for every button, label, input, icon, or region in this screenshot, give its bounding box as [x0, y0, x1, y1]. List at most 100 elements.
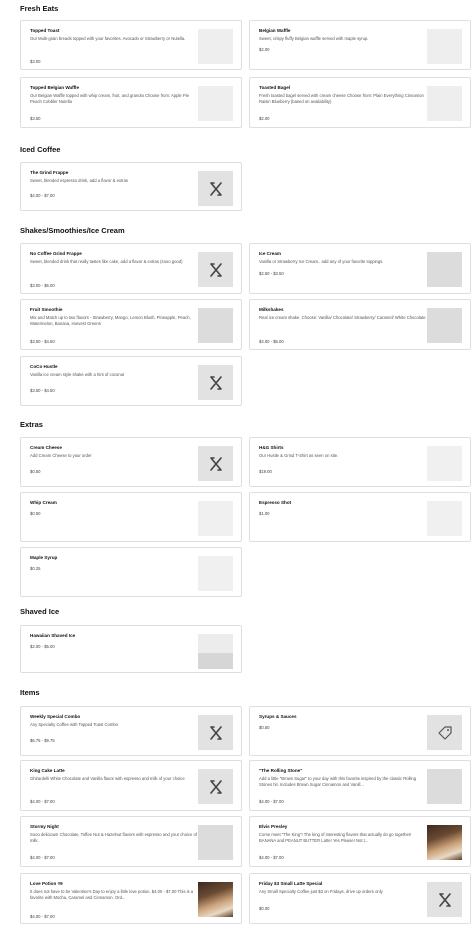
utensils-icon: [427, 882, 462, 917]
item-description: Real ice cream shake. Choose: Vanilla/ C…: [259, 315, 426, 320]
menu-item-card[interactable]: Maple Syrup $0.25: [20, 547, 242, 597]
item-price: $1.00: [259, 511, 270, 516]
item-image-placeholder: [198, 825, 233, 860]
item-image-placeholder: [198, 501, 233, 536]
item-description: Fresh toasted bagel served with cream ch…: [259, 93, 424, 104]
menu-item-card[interactable]: Topped Toast Our Multi-grain breads topp…: [20, 20, 242, 70]
menu-item-card[interactable]: Whip Cream $0.50: [20, 492, 242, 542]
section-title-fresh-eats: Fresh Eats: [20, 4, 59, 13]
menu-item-card[interactable]: Espresso Shot $1.00: [249, 492, 471, 542]
item-description: Come meet "The King"! The king of intere…: [259, 832, 412, 843]
item-image-placeholder: [427, 86, 462, 121]
utensils-icon: [198, 171, 233, 206]
item-price: $0.50: [30, 511, 41, 516]
item-price: $4.00 - $7.00: [30, 855, 55, 860]
item-price: $0.50: [259, 725, 270, 730]
menu-item-card[interactable]: No Coffee Grind Frappe Sweet, blended dr…: [20, 243, 242, 294]
item-price: $2.00: [259, 116, 270, 121]
menu-item-card[interactable]: Belgian Waffle Sweet, crispy fluffy Belg…: [249, 20, 471, 70]
section-title-iced-coffee: Iced Coffee: [20, 145, 61, 154]
item-name: Espresso Shot: [259, 500, 292, 505]
utensils-icon: [198, 252, 233, 287]
item-price: $4.00 - $7.00: [30, 799, 55, 804]
item-price: $4.00 - $7.00: [30, 914, 55, 919]
item-name: "The Rolling Stone": [259, 768, 303, 773]
menu-item-card[interactable]: Friday $3 Small Latte Special Any Small …: [249, 873, 471, 924]
item-description: Any Small Specialty Coffee just $3 on Fr…: [259, 889, 383, 894]
item-description: It does not have to be Valentine's Day t…: [30, 889, 194, 900]
item-name: Milkshakes: [259, 307, 284, 312]
item-price: $3.00 - $6.00: [30, 283, 55, 288]
item-description: Our Hustle & Grind T-Shirt as seen on si…: [259, 453, 339, 458]
item-name: Ice Cream: [259, 251, 281, 256]
item-description: Our Multi-grain breads topped with your …: [30, 36, 186, 41]
menu-item-card[interactable]: Hawaiian Shaved Ice $2.00 - $5.00: [20, 625, 242, 673]
item-name: Toasted Bagel: [259, 85, 291, 90]
item-price: $2.50 - $3.50: [259, 271, 284, 276]
menu-item-card[interactable]: "The Rolling Stone" Add a little "Brown …: [249, 760, 471, 811]
section-title-shakes: Shakes/Smoothies/Ice Cream: [20, 226, 125, 235]
item-description: Any Specialty Coffee with Topped Toast C…: [30, 722, 118, 727]
item-name: Elvis Presley: [259, 824, 288, 829]
item-description: Our Belgian Waffle topped with whip crea…: [30, 93, 189, 104]
item-name: Syrups & Sauces: [259, 714, 297, 719]
menu-item-card[interactable]: Cream Cheese Add Cream Cheese to your or…: [20, 437, 242, 487]
item-price: $6.75 - $9.75: [30, 738, 55, 743]
item-price: $3.50 - $4.50: [30, 388, 55, 393]
item-image-placeholder: [427, 252, 462, 287]
menu-item-card[interactable]: Fruit Smoothie Mix and Match up to two f…: [20, 299, 242, 350]
item-name: Topped Toast: [30, 28, 60, 33]
item-image-placeholder: [198, 634, 233, 669]
item-name: Topped Belgian Waffle: [30, 85, 79, 90]
item-name: The Grind Frappe: [30, 170, 69, 175]
item-price: $4.00 - $7.00: [30, 193, 55, 198]
menu-page: Fresh Eats Topped Toast Our Multi-grain …: [0, 0, 474, 929]
menu-item-card[interactable]: King Cake Latte Ghirardelli White Chocol…: [20, 760, 242, 811]
item-description: Add a little "Brown Sugar" to your day w…: [259, 776, 417, 787]
item-image-placeholder: [427, 501, 462, 536]
menu-item-card[interactable]: Milkshakes Real ice cream shake. Choose:…: [249, 299, 471, 350]
item-image-placeholder: [198, 308, 233, 343]
menu-item-card[interactable]: Weekly Special Combo Any Specialty Coffe…: [20, 706, 242, 756]
menu-item-card[interactable]: H&G Shirts Our Hustle & Grind T-Shirt as…: [249, 437, 471, 487]
menu-item-card[interactable]: Love Potion #9 It does not have to be Va…: [20, 873, 242, 924]
item-name: Friday $3 Small Latte Special: [259, 881, 323, 886]
item-description: Sweet, blended drink that really tastes …: [30, 259, 183, 264]
utensils-icon: [198, 446, 233, 481]
item-price: $4.00 - $5.00: [259, 339, 284, 344]
item-description: Mix and Match up to two flavors - Strawb…: [30, 315, 191, 326]
utensils-icon: [198, 715, 233, 750]
menu-item-card[interactable]: The Grind Frappe Sweet, blended espresso…: [20, 162, 242, 211]
item-name: No Coffee Grind Frappe: [30, 251, 82, 256]
item-description: Vanilla ice cream style shake with a hin…: [30, 372, 125, 377]
item-image-placeholder: [198, 29, 233, 64]
menu-item-card[interactable]: Elvis Presley Come meet "The King"! The …: [249, 816, 471, 867]
menu-item-card[interactable]: CoCo Hustle Vanilla ice cream style shak…: [20, 356, 242, 406]
item-name: Whip Cream: [30, 500, 57, 505]
item-name: Love Potion #9: [30, 881, 63, 886]
item-image-placeholder: [198, 86, 233, 121]
item-description: Sweet, blended espresso drink, add a fla…: [30, 178, 128, 183]
item-image-placeholder: [427, 769, 462, 804]
menu-item-card[interactable]: Ice Cream Vanilla or Strawberry Ice Crea…: [249, 243, 471, 294]
item-price: $2.00 - $5.00: [30, 644, 55, 649]
item-description: Vanilla or Strawberry Ice Cream.. add an…: [259, 259, 384, 264]
utensils-icon: [198, 769, 233, 804]
item-image-placeholder: [427, 29, 462, 64]
item-price: $19.00: [259, 469, 272, 474]
drink-photo: [427, 825, 462, 860]
item-image-placeholder: [427, 308, 462, 343]
item-price: $4.00 - $7.00: [259, 799, 284, 804]
section-title-extras: Extras: [20, 420, 43, 429]
item-name: Weekly Special Combo: [30, 714, 81, 719]
item-price: $4.00 - $7.00: [259, 855, 284, 860]
menu-item-card[interactable]: Toasted Bagel Fresh toasted bagel served…: [249, 77, 471, 128]
item-image-placeholder: [427, 446, 462, 481]
item-name: Maple Syrup: [30, 555, 58, 560]
menu-item-card[interactable]: Stormy Night Sooo delicious! Chocolate, …: [20, 816, 242, 867]
menu-item-card[interactable]: Topped Belgian Waffle Our Belgian Waffle…: [20, 77, 242, 128]
item-name: H&G Shirts: [259, 445, 284, 450]
item-name: Hawaiian Shaved Ice: [30, 633, 76, 638]
item-price: $0.50: [30, 469, 41, 474]
menu-item-card[interactable]: Syrups & Sauces $0.50: [249, 706, 471, 756]
